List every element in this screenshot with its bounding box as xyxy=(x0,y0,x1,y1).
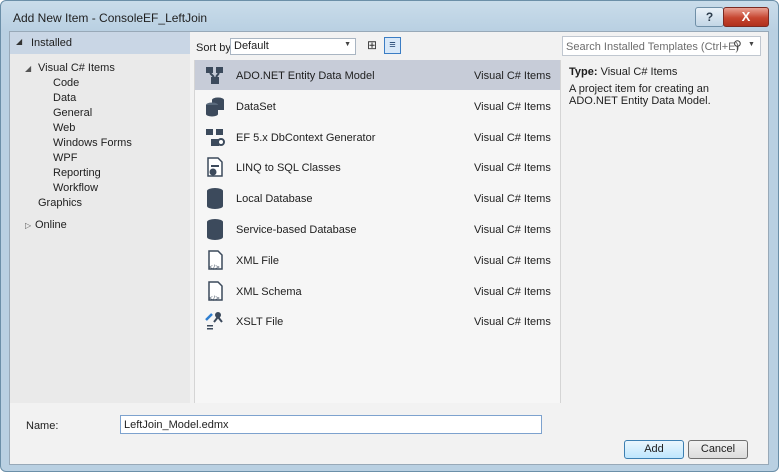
help-button[interactable]: ? xyxy=(695,7,724,27)
tree-item-web[interactable]: Web xyxy=(53,122,75,134)
tree-item-windows-forms[interactable]: Windows Forms xyxy=(53,137,132,149)
item-name: DataSet xyxy=(236,100,276,113)
list-item[interactable]: Local Database Visual C# Items xyxy=(195,183,560,213)
tree-item-graphics[interactable]: Graphics xyxy=(38,197,82,209)
sort-bar: Sort by: Default ▼ ⊞ ≡ xyxy=(194,36,554,56)
item-language: Visual C# Items xyxy=(474,285,551,298)
tree-item-workflow[interactable]: Workflow xyxy=(53,182,98,194)
list-item[interactable]: ADO.NET Entity Data Model Visual C# Items xyxy=(195,60,560,90)
chevron-down-icon: ▼ xyxy=(344,41,351,48)
name-label: Name: xyxy=(26,420,59,432)
add-button[interactable]: Add xyxy=(624,440,684,459)
type-value: Visual C# Items xyxy=(600,66,678,78)
item-language: Visual C# Items xyxy=(474,254,551,267)
list-item[interactable]: EF 5.x DbContext Generator Visual C# Item… xyxy=(195,122,560,152)
item-language: Visual C# Items xyxy=(474,100,551,113)
linq-icon xyxy=(204,156,226,178)
window-title: Add New Item - ConsoleEF_LeftJoin xyxy=(13,11,208,25)
chevron-down-icon[interactable]: ▼ xyxy=(748,41,755,48)
entity-model-icon xyxy=(204,64,226,86)
xslt-icon xyxy=(204,310,226,332)
description-text: A project item for creating an ADO.NET E… xyxy=(569,83,711,107)
item-name: ADO.NET Entity Data Model xyxy=(236,70,375,82)
tree-item-code[interactable]: Code xyxy=(53,77,79,89)
medium-icons-view-icon[interactable]: ⊞ xyxy=(364,37,380,53)
item-name: XSLT File xyxy=(236,316,284,329)
tree-item-installed[interactable]: ◢ Installed xyxy=(10,32,190,54)
collapse-arrow-icon[interactable]: ◢ xyxy=(16,37,22,46)
item-name: Service-based Database xyxy=(236,224,357,236)
dataset-icon xyxy=(204,95,226,117)
svg-text:</>: </> xyxy=(208,264,220,271)
close-button[interactable]: X xyxy=(723,7,769,27)
template-tree: ◢ Installed ◢ Visual C# Items Code Data … xyxy=(10,32,190,403)
item-name: LINQ to SQL Classes xyxy=(236,162,341,175)
sort-value: Default xyxy=(234,40,269,52)
tree-item-visual-csharp[interactable]: ◢ Visual C# Items xyxy=(25,62,115,74)
item-language: Visual C# Items xyxy=(474,193,551,206)
list-item[interactable]: LINQ to SQL Classes Visual C# Items xyxy=(195,152,560,182)
item-name: XML Schema xyxy=(236,285,302,298)
tree-item-installed-label: Installed xyxy=(31,37,72,49)
type-label: Type: xyxy=(569,66,598,78)
tree-item-general[interactable]: General xyxy=(53,107,92,119)
item-language: Visual C# Items xyxy=(474,70,551,82)
ef-generator-icon xyxy=(204,126,226,148)
item-language: Visual C# Items xyxy=(474,316,551,329)
item-name: Local Database xyxy=(236,193,313,206)
expand-arrow-icon[interactable]: ▷ xyxy=(25,221,31,230)
xml-file-icon: </> xyxy=(204,249,226,271)
title-bar: Add New Item - ConsoleEF_LeftJoin ? X xyxy=(1,1,778,31)
list-item[interactable]: </> XML Schema Visual C# Items xyxy=(195,276,560,306)
name-field-value: LeftJoin_Model.edmx xyxy=(124,419,229,431)
item-language: Visual C# Items xyxy=(474,162,551,175)
template-list: ADO.NET Entity Data Model Visual C# Items… xyxy=(194,60,561,403)
tree-item-online[interactable]: ▷ Online xyxy=(25,219,67,231)
tree-item-online-label: Online xyxy=(35,219,67,231)
database-icon xyxy=(204,187,226,210)
item-name: EF 5.x DbContext Generator xyxy=(236,131,376,144)
item-language: Visual C# Items xyxy=(474,131,551,144)
database-icon xyxy=(204,218,226,240)
dialog-client: ◢ Installed ◢ Visual C# Items Code Data … xyxy=(9,31,769,465)
search-placeholder: Search Installed Templates (Ctrl+E) xyxy=(566,41,740,53)
item-language: Visual C# Items xyxy=(474,224,551,236)
list-item[interactable]: XSLT File Visual C# Items xyxy=(195,306,560,336)
tree-item-wpf[interactable]: WPF xyxy=(53,152,77,164)
xml-schema-icon: </> xyxy=(204,280,226,302)
item-name: XML File xyxy=(236,254,279,267)
svg-text:</>: </> xyxy=(208,295,220,302)
description-type: Type: Visual C# Items xyxy=(569,66,677,78)
collapse-arrow-icon[interactable]: ◢ xyxy=(25,64,31,73)
tree-item-visual-csharp-label: Visual C# Items xyxy=(38,62,115,74)
search-box[interactable]: Search Installed Templates (Ctrl+E) ⚲ ▼ xyxy=(562,36,761,56)
name-field[interactable]: LeftJoin_Model.edmx xyxy=(120,415,542,434)
description-panel: Type: Visual C# Items A project item for… xyxy=(562,60,759,403)
sort-label: Sort by: xyxy=(196,42,234,54)
list-item[interactable]: </> XML File Visual C# Items xyxy=(195,245,560,275)
tree-item-data[interactable]: Data xyxy=(53,92,76,104)
list-item[interactable]: DataSet Visual C# Items xyxy=(195,91,560,121)
sort-dropdown[interactable]: Default ▼ xyxy=(230,38,356,55)
tree-item-reporting[interactable]: Reporting xyxy=(53,167,101,179)
add-new-item-dialog: Add New Item - ConsoleEF_LeftJoin ? X ◢ … xyxy=(0,0,779,472)
list-view-icon[interactable]: ≡ xyxy=(384,37,401,54)
cancel-button[interactable]: Cancel xyxy=(688,440,748,459)
list-item[interactable]: Service-based Database Visual C# Items xyxy=(195,214,560,244)
search-icon[interactable]: ⚲ xyxy=(733,38,742,52)
